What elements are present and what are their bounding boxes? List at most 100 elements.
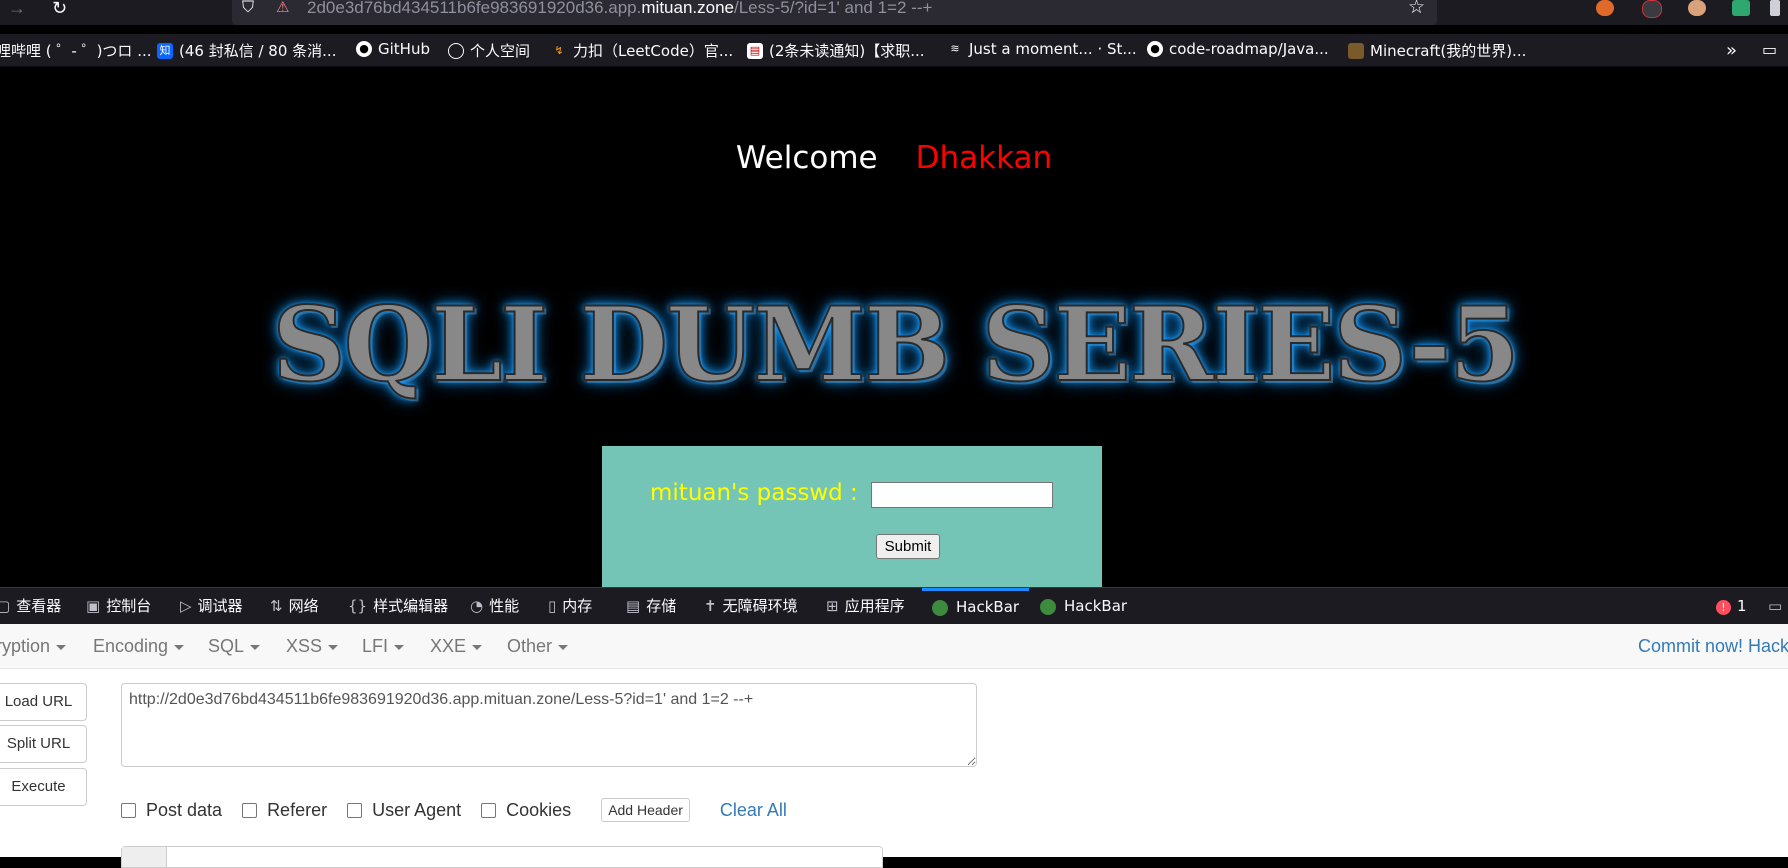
menu-label: XSS — [286, 636, 323, 656]
menu-icon[interactable] — [1770, 0, 1780, 16]
execute-label: Execute — [11, 778, 66, 795]
responsive-design-icon[interactable]: ▭ — [1768, 588, 1788, 624]
tab-label: 控制台 — [106, 597, 152, 615]
post-data-checkbox[interactable] — [121, 802, 136, 818]
hackbar-icon — [932, 599, 948, 616]
bookmark-label: GitHub — [378, 40, 430, 58]
menu-other[interactable]: Other — [507, 636, 569, 657]
address-bar[interactable]: ⛉ ⚠ 2d0e3d76bd434511b6fe983691920d36.app… — [232, 0, 1437, 25]
inspector-icon: ▢ — [0, 597, 11, 615]
style-editor-icon: {} — [348, 597, 368, 615]
extension-icon[interactable] — [1732, 0, 1750, 16]
tab-memory[interactable]: ▯ 内存 — [548, 588, 592, 624]
tab-performance[interactable]: ◔ 性能 — [470, 588, 519, 624]
menu-sql[interactable]: SQL — [208, 636, 261, 657]
welcome-text: Welcome — [735, 140, 878, 176]
devtools-tabbar: ▢ 查看器 ▣ 控制台 ▷ 调试器 ⇅ 网络 {} 样式编辑器 ◔ 性能 ▯ 内存 ▤ 存储 ✝… — [0, 587, 1788, 624]
bookmark-item[interactable]: 知 (46 封私信 / 80 条消... — [157, 40, 336, 61]
folder-icon[interactable]: ▭ — [1762, 40, 1777, 59]
minecraft-icon — [1348, 42, 1364, 59]
bookmark-label: code-roadmap/Java... — [1169, 40, 1329, 58]
commit-link[interactable]: Commit now! Hackl — [1638, 636, 1788, 657]
application-icon: ⊞ — [826, 597, 839, 615]
tab-label: 内存 — [562, 597, 593, 615]
tab-application[interactable]: ⊞ 应用程序 — [826, 588, 905, 624]
option-label: Cookies — [506, 799, 572, 820]
shield-icon[interactable]: ⛉ — [242, 0, 254, 20]
submit-button[interactable]: Submit — [876, 534, 940, 559]
bookmark-item[interactable]: 哩哔哩 ( ゜- ゜)つロ ... — [0, 40, 152, 61]
error-count[interactable]: ! 1 — [1716, 588, 1747, 624]
bookmark-item[interactable]: ▤ (2条未读通知)【求职... — [747, 40, 925, 61]
bookmark-item[interactable]: 个人空间 — [448, 40, 530, 61]
tab-hackbar-2[interactable]: HackBar — [1040, 588, 1127, 624]
user-agent-checkbox[interactable] — [347, 802, 363, 818]
extension-icon[interactable] — [1642, 0, 1662, 18]
tab-label: 性能 — [489, 597, 520, 615]
insecure-lock-icon[interactable]: ⚠ — [276, 0, 289, 20]
menu-encoding[interactable]: Encoding — [93, 636, 185, 657]
load-url-button[interactable]: Load URL — [0, 683, 87, 721]
page-title: SQLI DUMB SERIES-5 — [271, 284, 1521, 406]
add-header-button[interactable]: Add Header — [601, 798, 690, 822]
tab-hackbar[interactable]: HackBar — [922, 588, 1030, 624]
bookmark-item[interactable]: Minecraft(我的世界)... — [1348, 40, 1526, 61]
tab-label: 存储 — [646, 597, 677, 615]
bookmark-label: Minecraft(我的世界)... — [1370, 42, 1527, 60]
referer-option[interactable]: Referer — [242, 800, 327, 821]
cookies-option[interactable]: Cookies — [481, 800, 571, 821]
user-agent-option[interactable]: User Agent — [347, 800, 461, 821]
performance-icon: ◔ — [470, 597, 484, 615]
memory-icon: ▯ — [548, 597, 557, 615]
menu-xss[interactable]: XSS — [286, 636, 339, 657]
hackbar-panel: ryption Encoding SQL XSS LFI XXE Other C… — [0, 624, 1788, 868]
header-field[interactable] — [121, 846, 883, 868]
cookies-checkbox[interactable] — [481, 802, 497, 818]
menu-xxe[interactable]: XXE — [430, 636, 483, 657]
tab-console[interactable]: ▣ 控制台 — [86, 588, 151, 624]
more-bookmarks-icon[interactable]: » — [1726, 40, 1737, 61]
split-url-button[interactable]: Split URL — [0, 725, 87, 763]
bookmark-label: 个人空间 — [470, 42, 531, 60]
post-data-option[interactable]: Post data — [121, 800, 222, 821]
bookmark-item[interactable]: ● code-roadmap/Java... — [1147, 40, 1329, 58]
tab-style-editor[interactable]: {} 样式编辑器 — [348, 588, 448, 624]
menu-label: Other — [507, 636, 553, 656]
tab-accessibility[interactable]: ✝ 无障碍环境 — [704, 588, 798, 624]
referer-checkbox[interactable] — [242, 802, 258, 818]
extension-icon[interactable] — [1596, 0, 1614, 16]
network-icon: ⇅ — [270, 597, 283, 615]
menu-lfi[interactable]: LFI — [362, 636, 405, 657]
clear-all-link[interactable]: Clear All — [720, 800, 787, 821]
url-prefix: 2d0e3d76bd434511b6fe983691920d36.app. — [307, 0, 642, 17]
commit-trail: Hackl — [1748, 636, 1788, 656]
notify-icon: ▤ — [747, 42, 763, 59]
login-form: mituan's passwd : Submit — [602, 446, 1102, 587]
execute-button[interactable]: Execute — [0, 768, 87, 806]
web-page: Welcome Dhakkan SQLI DUMB SERIES-5 mituan… — [0, 67, 1788, 587]
menu-label: ryption — [0, 636, 51, 656]
tab-network[interactable]: ⇅ 网络 — [270, 588, 319, 624]
commit-text: Commit now! — [1638, 636, 1744, 656]
extension-icon[interactable] — [1688, 0, 1706, 16]
tab-storage[interactable]: ▤ 存储 — [626, 588, 676, 624]
option-label: Referer — [267, 799, 328, 820]
reload-icon[interactable]: ↻ — [52, 0, 67, 20]
url-textarea[interactable]: http://2d0e3d76bd434511b6fe983691920d36.… — [121, 683, 977, 767]
forward-icon[interactable]: → — [8, 0, 26, 20]
load-url-label: Load URL — [4, 693, 73, 710]
tab-label: 无障碍环境 — [722, 597, 798, 615]
tab-inspector[interactable]: ▢ 查看器 — [0, 588, 61, 624]
tab-debugger[interactable]: ▷ 调试器 — [180, 588, 243, 624]
bookmark-item[interactable]: ↯ 力扣（LeetCode）官... — [551, 40, 733, 61]
menu-encryption[interactable]: ryption — [0, 636, 67, 657]
bookmark-star-icon[interactable]: ☆ — [1408, 0, 1425, 20]
bookmark-item[interactable]: ● GitHub — [356, 40, 430, 58]
browser-toolbar: → ↻ ⛉ ⚠ 2d0e3d76bd434511b6fe983691920d36… — [0, 0, 1788, 25]
bookmark-item[interactable]: ≋ Just a moment... · St... — [947, 40, 1137, 58]
bookmark-label: Just a moment... · St... — [969, 40, 1137, 58]
tab-label: 网络 — [288, 597, 319, 615]
zhihu-icon: 知 — [157, 42, 173, 59]
url-text: 2d0e3d76bd434511b6fe983691920d36.app.mit… — [307, 0, 932, 18]
password-input[interactable] — [871, 482, 1053, 508]
